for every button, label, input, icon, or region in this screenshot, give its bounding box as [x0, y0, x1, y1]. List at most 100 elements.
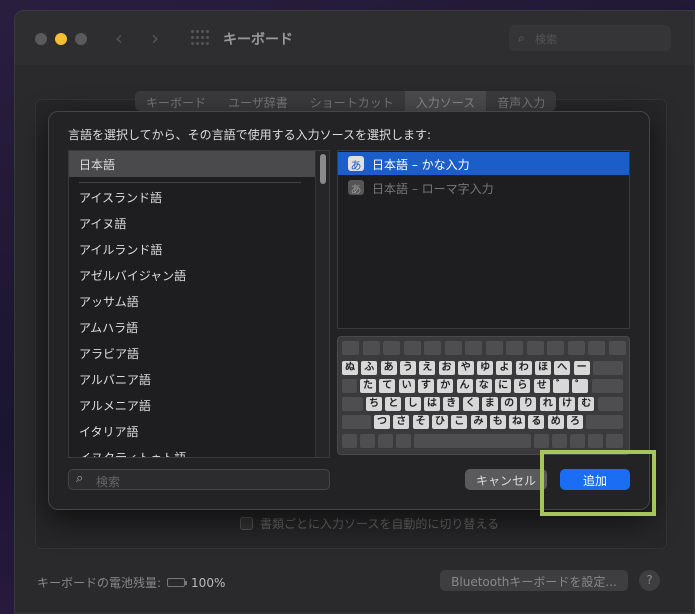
input-source-list[interactable]: あ 日本語 – かな入力 あ 日本語 – ローマ字入力	[337, 150, 630, 329]
keyboard-key-blank	[608, 341, 626, 355]
language-item[interactable]: アルバニア語	[69, 366, 317, 392]
keyboard-key: ふ	[361, 361, 378, 375]
keyboard-key: ろ	[567, 415, 583, 429]
keyboard-key-blank	[506, 341, 523, 355]
tab-shortcuts[interactable]: ショートカット	[299, 91, 405, 111]
auto-switch-label: 書類ごとに入力ソースを自動的に切り替える	[260, 517, 500, 531]
auto-switch-checkbox[interactable]	[240, 517, 253, 530]
keyboard-key-blank	[552, 434, 567, 448]
keyboard-key: ら	[514, 379, 531, 393]
keyboard-key: み	[470, 415, 487, 429]
keyboard-key: む	[578, 397, 595, 411]
keyboard-key: る	[528, 415, 545, 429]
scroll-thumb[interactable]	[320, 154, 326, 184]
keyboard-key: と	[385, 397, 402, 411]
keyboard-key: り	[520, 397, 537, 411]
language-item[interactable]: アイルランド語	[69, 236, 317, 262]
language-list-scrollbar[interactable]	[315, 151, 329, 457]
window-search-field[interactable]: ⌕ 検索	[509, 25, 671, 51]
language-item[interactable]: アッサム語	[69, 288, 317, 314]
setup-bluetooth-keyboard-button[interactable]: Bluetoothキーボードを設定...	[440, 570, 628, 591]
keyboard-key-blank	[485, 341, 503, 355]
keyboard-key-blank	[444, 341, 462, 355]
keyboard-key: お	[438, 361, 455, 375]
language-item[interactable]: イヌクティトゥト語	[69, 444, 317, 457]
tab-bar: キーボード ユーザ辞書 ショートカット 入力ソース 音声入力	[135, 91, 557, 111]
minimize-window-button[interactable]	[55, 33, 67, 45]
show-all-grid-icon[interactable]	[191, 30, 209, 46]
keyboard-key-blank	[567, 341, 585, 355]
keyboard-key: く	[462, 397, 479, 411]
help-button[interactable]: ?	[639, 570, 660, 591]
keyboard-key: こ	[451, 415, 468, 429]
keyboard-key-blank	[362, 341, 380, 355]
keyboard-key-blank	[586, 415, 623, 429]
keyboard-key: や	[457, 361, 474, 375]
tab-input-sources[interactable]: 入力ソース	[404, 91, 487, 111]
keyboard-key-blank	[396, 434, 411, 448]
tab-keyboard[interactable]: キーボード	[135, 91, 217, 111]
language-item[interactable]: 日本語	[69, 151, 317, 177]
chevron-right-icon[interactable]: ›	[151, 26, 159, 50]
keyboard-key: め	[547, 415, 564, 429]
add-input-source-sheet: 言語を選択してから、その言語で使用する入力ソースを選択します: 日本語 アイスラ…	[48, 111, 650, 510]
language-item[interactable]: アイヌ語	[69, 210, 317, 236]
keyboard-key: か	[437, 379, 454, 393]
search-icon: ⌕	[76, 471, 84, 486]
language-item[interactable]: アムハラ語	[69, 314, 317, 340]
keyboard-key: わ	[515, 361, 532, 375]
keyboard-key: ほ	[535, 361, 551, 375]
keyboard-key: き	[443, 397, 460, 411]
close-window-button[interactable]	[35, 33, 47, 45]
keyboard-key: ん	[456, 379, 473, 393]
input-source-item[interactable]: あ 日本語 – ローマ字入力	[338, 176, 629, 199]
cancel-button[interactable]: キャンセル	[465, 469, 547, 490]
language-item[interactable]: イタリア語	[69, 418, 317, 444]
language-item[interactable]: アゼルバイジャン語	[69, 262, 317, 288]
window-title: キーボード	[223, 32, 293, 48]
input-source-label: 日本語 – かな入力	[372, 158, 470, 172]
tab-dictation[interactable]: 音声入力	[486, 91, 556, 111]
keyboard-key: そ	[412, 415, 429, 429]
keyboard-key: ゜	[572, 379, 589, 393]
keyboard-key-blank	[342, 434, 357, 448]
keyboard-key: て	[379, 379, 396, 393]
keyboard-key-blank	[414, 434, 531, 448]
keyboard-key: さ	[393, 415, 410, 429]
keyboard-key-blank	[403, 341, 421, 355]
auto-switch-option[interactable]: 書類ごとに入力ソースを自動的に切り替える	[240, 515, 499, 532]
keyboard-key: ー	[573, 361, 590, 375]
keyboard-key: す	[417, 379, 434, 393]
keyboard-key: ぬ	[342, 361, 358, 375]
search-icon: ⌕	[518, 31, 525, 45]
keyboard-key-blank	[342, 415, 371, 429]
zoom-window-button[interactable]	[75, 33, 87, 45]
keyboard-key: ま	[481, 397, 498, 411]
keyboard-key-blank	[534, 434, 549, 448]
keyboard-key: け	[559, 397, 575, 411]
language-list[interactable]: 日本語 アイスランド語 アイヌ語 アイルランド語 アゼルバイジャン語 アッサム語…	[68, 150, 330, 458]
keyboard-key: へ	[554, 361, 571, 375]
sheet-prompt: 言語を選択してから、その言語で使用する入力ソースを選択します:	[68, 128, 432, 142]
language-item[interactable]: アイスランド語	[69, 184, 317, 210]
keyboard-key: し	[404, 397, 421, 411]
hiragana-icon: あ	[348, 156, 364, 172]
keyboard-key: ね	[509, 415, 526, 429]
tab-user-dictionary[interactable]: ユーザ辞書	[217, 91, 299, 111]
keyboard-key-blank	[360, 434, 375, 448]
keyboard-key-blank	[342, 341, 359, 355]
sheet-search-field[interactable]: ⌕ 検索	[68, 469, 330, 490]
keyboard-key: あ	[380, 361, 397, 375]
keyboard-key: う	[399, 361, 416, 375]
add-button[interactable]: 追加	[560, 469, 630, 490]
keyboard-key: え	[419, 361, 436, 375]
keyboard-key-blank	[378, 434, 393, 448]
keyboard-key: ゛	[553, 379, 569, 393]
keyboard-key: の	[501, 397, 518, 411]
language-item[interactable]: アルメニア語	[69, 392, 317, 418]
chevron-left-icon[interactable]: ‹	[115, 26, 123, 50]
input-source-item[interactable]: あ 日本語 – かな入力	[338, 152, 629, 175]
keyboard-key-blank	[342, 379, 357, 393]
window-search-placeholder: 検索	[535, 33, 557, 46]
language-item[interactable]: アラビア語	[69, 340, 317, 366]
